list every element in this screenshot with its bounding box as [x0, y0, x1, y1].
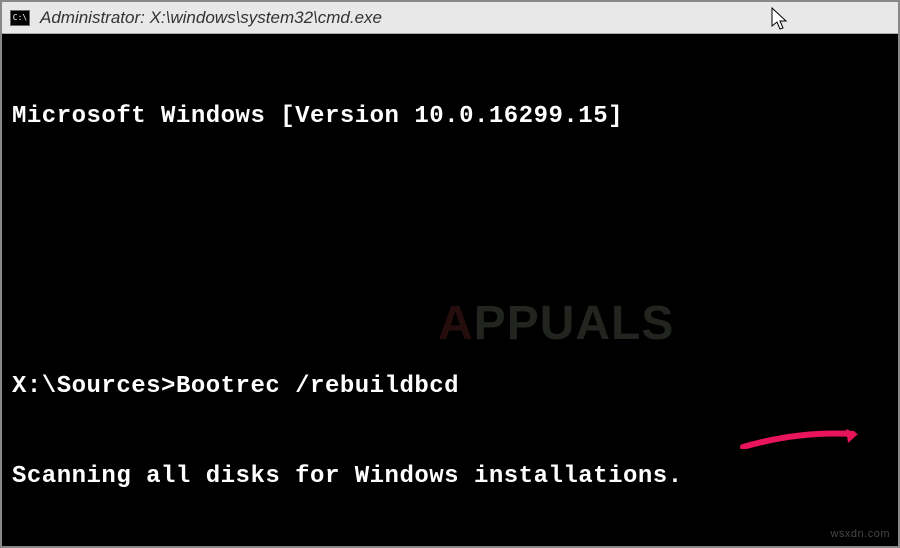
cmd-icon: C:\: [10, 10, 30, 26]
cmd-window: C:\ Administrator: X:\windows\system32\c…: [0, 0, 900, 548]
version-line: Microsoft Windows [Version 10.0.16299.15…: [12, 102, 888, 132]
command-text: Bootrec /rebuildbcd: [176, 373, 459, 400]
terminal-output[interactable]: Microsoft Windows [Version 10.0.16299.15…: [2, 34, 898, 546]
titlebar[interactable]: C:\ Administrator: X:\windows\system32\c…: [2, 2, 898, 34]
prompt-path: X:\Sources>: [12, 373, 176, 400]
blank: [12, 192, 888, 222]
site-watermark: wsxdn.com: [830, 528, 890, 542]
command-line: X:\Sources>Bootrec /rebuildbcd: [12, 372, 888, 402]
output-line: Scanning all disks for Windows installat…: [12, 462, 888, 492]
blank: [12, 282, 888, 312]
annotation-arrow-icon: [738, 429, 858, 449]
window-title: Administrator: X:\windows\system32\cmd.e…: [40, 8, 382, 28]
